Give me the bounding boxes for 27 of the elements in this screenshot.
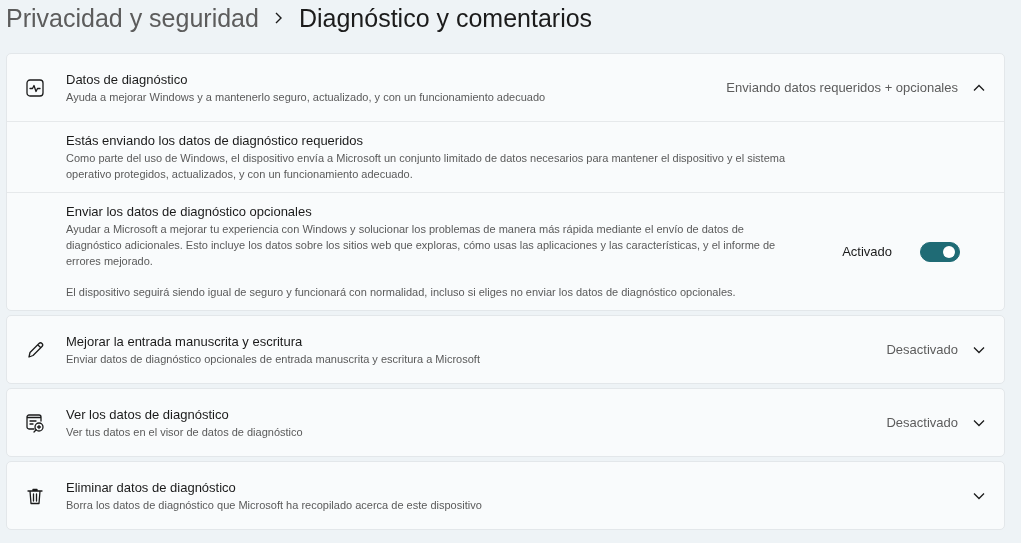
settings-card-header[interactable]: Mejorar la entrada manuscrita y escritura Enviar datos de diagnóstico opcionales de entrada manuscrita y escritura a Microsoft Desactivado: [7, 316, 1004, 383]
setting-title: Datos de diagnóstico: [66, 70, 189, 89]
document-search-icon: [25, 412, 45, 433]
settings-card-header[interactable]: Eliminar datos de diagnóstico Borra los datos de diagnóstico que Microsoft ha recopilado acerca de este dispositivo: [7, 462, 1004, 529]
status-text: Desactivado: [886, 342, 958, 357]
toggle-switch[interactable]: [920, 241, 960, 262]
setting-description: Enviar datos de diagnóstico opcionales de entrada manuscrita y escritura a Microsoft: [66, 351, 481, 367]
setting-title: Enviar los datos de diagnóstico opcionales: [66, 203, 313, 221]
setting-title: Estás enviando los datos de diagnóstico requeridos: [66, 132, 365, 150]
setting-title: Mejorar la entrada manuscrita y escritura: [66, 332, 304, 351]
status-text: Enviando datos requeridos + opcionales: [726, 80, 958, 95]
setting-description: Borra los datos de diagnóstico que Microsoft ha recopilado acerca de este dispositivo: [66, 497, 483, 513]
settings-card-header[interactable]: Datos de diagnóstico Ayuda a mejorar Windows y a mantenerlo seguro, actualizado, y con un funcionamiento adecuado Enviando datos requeridos + opcionales: [7, 54, 1004, 121]
setting-note: El dispositivo seguirá siendo igual de seguro y funcionará con normalidad, incluso si eliges no enviar los datos de diagnóstico opcionales.: [66, 285, 737, 300]
pen-icon: [25, 339, 45, 360]
setting-description: Ayudar a Microsoft a mejorar tu experiencia con Windows y solucionar los problemas de manera más rápida mediante el envío de datos de diagnóstico adicionales. Esto incluye los datos sobre los sitios web que exploras, cómo usas las aplicaciones y las características, y el informe de errores mejorado.: [66, 222, 777, 269]
setting-title: Eliminar datos de diagnóstico: [66, 478, 237, 497]
setting-description: Ver tus datos en el visor de datos de diagnóstico: [66, 424, 304, 440]
settings-card-header[interactable]: Ver los datos de diagnóstico Ver tus datos en el visor de datos de diagnóstico Desactivado: [7, 389, 1004, 456]
page-title: Diagnóstico y comentarios: [298, 3, 593, 33]
setting-description: Ayuda a mejorar Windows y a mantenerlo seguro, actualizado, y con un funcionamiento adecuado: [66, 89, 547, 105]
toggle-label: Activado: [842, 244, 892, 259]
breadcrumb-link[interactable]: Privacidad y seguridad: [6, 3, 259, 33]
status-text: Desactivado: [886, 415, 958, 430]
setting-description: Como parte del uso de Windows, el dispositivo envía a Microsoft un conjunto limitado de datos necesarios para mantener el dispositivo y el sistema operativo protegidos, actualizados, y con un funcionamiento adecuado.: [66, 151, 787, 182]
setting-title: Ver los datos de diagnóstico: [66, 405, 230, 424]
pulse-icon: [25, 77, 45, 98]
